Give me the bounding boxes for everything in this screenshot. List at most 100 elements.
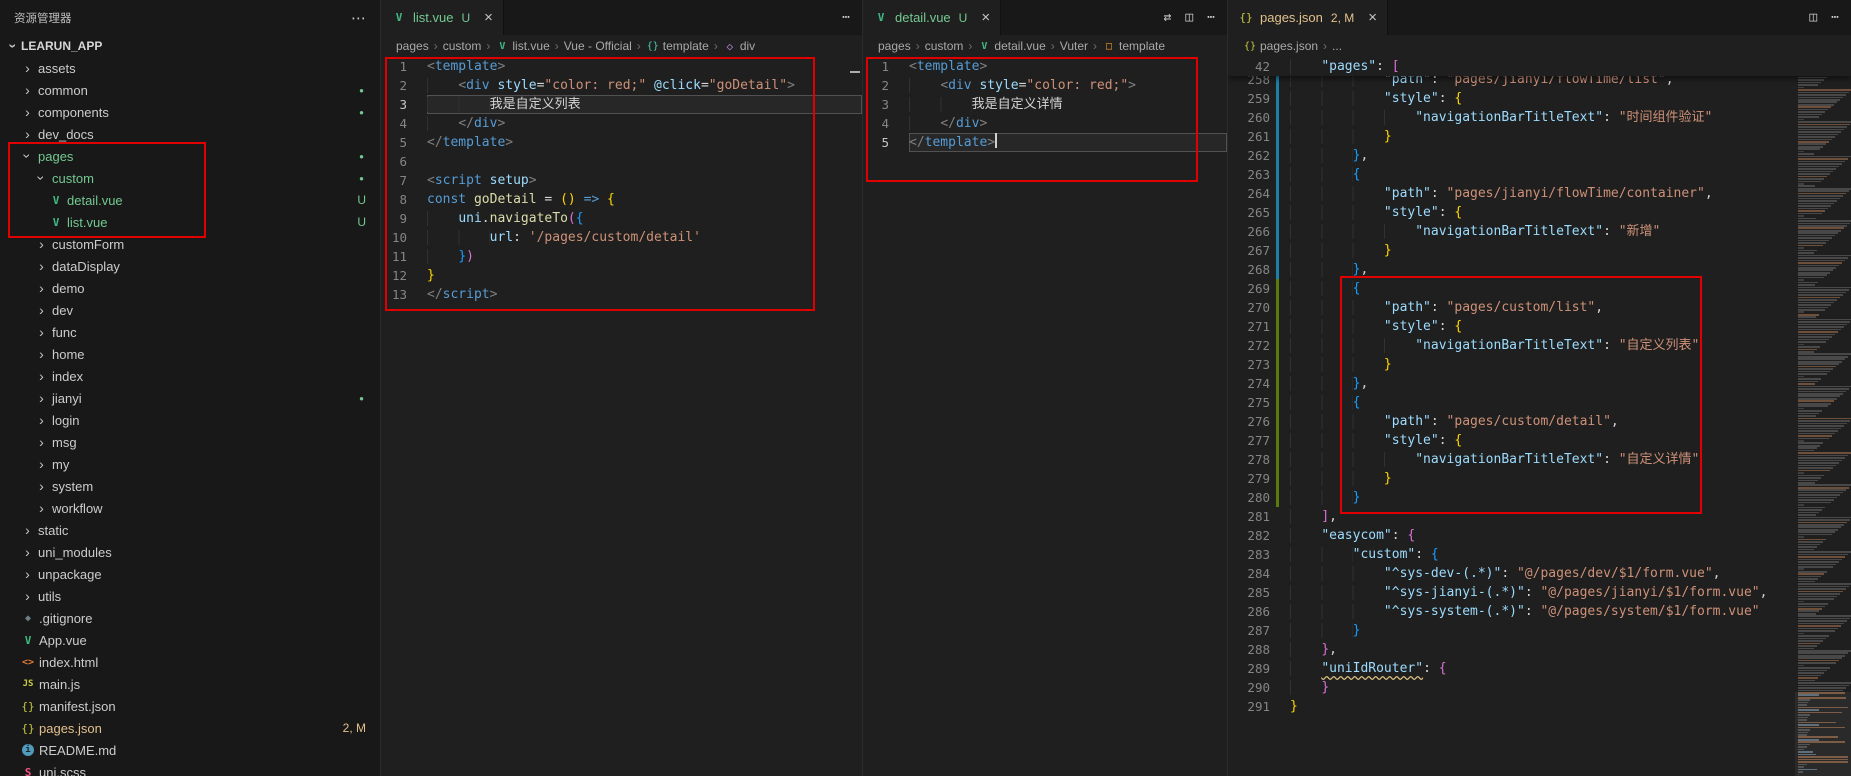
close-icon[interactable]: × (484, 9, 493, 26)
breadcrumb-item-Vue - Official[interactable]: Vue - Official (564, 39, 632, 53)
code-line-273[interactable]: 273 } (1228, 355, 1851, 374)
open-changes-icon[interactable]: ⇄ (1164, 10, 1172, 25)
code-line-5[interactable]: 5</template> (381, 133, 862, 152)
code-line-281[interactable]: 281 ], (1228, 507, 1851, 526)
code-line-291[interactable]: 291} (1228, 697, 1851, 716)
code-line-276[interactable]: 276 "path": "pages/custom/detail", (1228, 412, 1851, 431)
editor[interactable]: 1<template>2 <div style="color: red;" @c… (381, 57, 862, 776)
code-line-11[interactable]: 11 }) (381, 247, 862, 266)
tree-file-index.html[interactable]: <>index.html (0, 651, 380, 673)
tree-folder-msg[interactable]: ›msg (0, 431, 380, 453)
code-line-4[interactable]: 4 </div> (381, 114, 862, 133)
code-line-283[interactable]: 283 "custom": { (1228, 545, 1851, 564)
code-line-287[interactable]: 287 } (1228, 621, 1851, 640)
code-line-10[interactable]: 10 url: '/pages/custom/detail' (381, 228, 862, 247)
code-line-1[interactable]: 1<template> (381, 57, 862, 76)
code-line-277[interactable]: 277 "style": { (1228, 431, 1851, 450)
breadcrumb-item-pages[interactable]: pages (878, 39, 911, 53)
breadcrumb-item-custom[interactable]: custom (443, 39, 482, 53)
tree-file-manifest.json[interactable]: {}manifest.json (0, 695, 380, 717)
more-actions-icon[interactable]: ⋯ (351, 9, 366, 27)
breadcrumb-item-template[interactable]: {}template (646, 39, 709, 53)
code-line-285[interactable]: 285 "^sys-jianyi-(.*)": "@/pages/jianyi/… (1228, 583, 1851, 602)
code-line-3[interactable]: 3 我是自定义列表 (381, 95, 862, 114)
tab-pages-json[interactable]: {}pages.json2, M× (1228, 0, 1388, 35)
tree-folder-utils[interactable]: ›utils (0, 585, 380, 607)
code-line-4[interactable]: 4 </div> (863, 114, 1227, 133)
code-line-282[interactable]: 282 "easycom": { (1228, 526, 1851, 545)
close-icon[interactable]: × (981, 9, 990, 26)
more-actions-icon[interactable]: ⋯ (842, 10, 850, 25)
tree-folder-assets[interactable]: ›assets (0, 57, 380, 79)
code-line-6[interactable]: 6 (381, 152, 862, 171)
tree-file-main.js[interactable]: JSmain.js (0, 673, 380, 695)
tab-detail-vue[interactable]: Vdetail.vueU× (863, 0, 1001, 35)
tree-folder-func[interactable]: ›func (0, 321, 380, 343)
editor[interactable]: 258 "path": "pages/jianyi/flowTime/list"… (1228, 57, 1851, 776)
tree-file-uni.scss[interactable]: Suni.scss (0, 761, 380, 776)
code-line-290[interactable]: 290 } (1228, 678, 1851, 697)
workspace-root[interactable]: › LEARUN_APP (0, 35, 380, 57)
code-line-262[interactable]: 262 }, (1228, 146, 1851, 165)
breadcrumb-item-template[interactable]: □template (1102, 39, 1165, 53)
breadcrumb-item-pages.json[interactable]: {}pages.json (1243, 39, 1318, 53)
tree-folder-demo[interactable]: ›demo (0, 277, 380, 299)
code-line-284[interactable]: 284 "^sys-dev-(.*)": "@/pages/dev/$1/for… (1228, 564, 1851, 583)
tree-folder-dev[interactable]: ›dev (0, 299, 380, 321)
tree-file-.gitignore[interactable]: ◆.gitignore (0, 607, 380, 629)
breadcrumb-item-detail.vue[interactable]: Vdetail.vue (977, 39, 1045, 53)
split-editor-icon[interactable]: ◫ (1185, 10, 1193, 25)
tree-file-pages.json[interactable]: {}pages.json2, M (0, 717, 380, 739)
code-line-288[interactable]: 288 }, (1228, 640, 1851, 659)
code-line-264[interactable]: 264 "path": "pages/jianyi/flowTime/conta… (1228, 184, 1851, 203)
code-line-263[interactable]: 263 { (1228, 165, 1851, 184)
tree-folder-dev_docs[interactable]: ›dev_docs (0, 123, 380, 145)
tree-folder-home[interactable]: ›home (0, 343, 380, 365)
breadcrumb-item-...[interactable]: ... (1332, 39, 1342, 53)
close-icon[interactable]: × (1368, 9, 1377, 26)
code-line-268[interactable]: 268 }, (1228, 260, 1851, 279)
tree-file-detail.vue[interactable]: Vdetail.vueU (0, 189, 380, 211)
code-line-270[interactable]: 270 "path": "pages/custom/list", (1228, 298, 1851, 317)
tree-folder-my[interactable]: ›my (0, 453, 380, 475)
tab-list-vue[interactable]: Vlist.vueU× (381, 0, 504, 35)
tree-folder-components[interactable]: ›components● (0, 101, 380, 123)
split-editor-icon[interactable]: ◫ (1809, 10, 1817, 25)
code-line-7[interactable]: 7<script setup> (381, 171, 862, 190)
tree-folder-pages[interactable]: ›pages● (0, 145, 380, 167)
code-line-260[interactable]: 260 "navigationBarTitleText": "时间组件验证" (1228, 108, 1851, 127)
more-actions-icon[interactable]: ⋯ (1207, 10, 1215, 25)
code-line-261[interactable]: 261 } (1228, 127, 1851, 146)
code-line-13[interactable]: 13</script> (381, 285, 862, 304)
code-line-2[interactable]: 2 <div style="color: red;" @click="goDet… (381, 76, 862, 95)
tree-folder-dataDisplay[interactable]: ›dataDisplay (0, 255, 380, 277)
code-line-272[interactable]: 272 "navigationBarTitleText": "自定义列表" (1228, 336, 1851, 355)
tree-folder-system[interactable]: ›system (0, 475, 380, 497)
tree-folder-unpackage[interactable]: ›unpackage (0, 563, 380, 585)
breadcrumb-item-list.vue[interactable]: Vlist.vue (495, 39, 549, 53)
code-line-2[interactable]: 2 <div style="color: red;"> (863, 76, 1227, 95)
tree-folder-common[interactable]: ›common● (0, 79, 380, 101)
tree-folder-jianyi[interactable]: ›jianyi● (0, 387, 380, 409)
tree-folder-login[interactable]: ›login (0, 409, 380, 431)
code-line-1[interactable]: 1<template> (863, 57, 1227, 76)
tree-folder-workflow[interactable]: ›workflow (0, 497, 380, 519)
code-line-265[interactable]: 265 "style": { (1228, 203, 1851, 222)
breadcrumb-item-pages[interactable]: pages (396, 39, 429, 53)
code-line-266[interactable]: 266 "navigationBarTitleText": "新增" (1228, 222, 1851, 241)
code-line-278[interactable]: 278 "navigationBarTitleText": "自定义详情" (1228, 450, 1851, 469)
code-line-12[interactable]: 12} (381, 266, 862, 285)
code-line-279[interactable]: 279 } (1228, 469, 1851, 488)
code-line-9[interactable]: 9 uni.navigateTo({ (381, 209, 862, 228)
code-line-8[interactable]: 8const goDetail = () => { (381, 190, 862, 209)
code-line-286[interactable]: 286 "^sys-system-(.*)": "@/pages/system/… (1228, 602, 1851, 621)
code-line-3[interactable]: 3 我是自定义详情 (863, 95, 1227, 114)
code-line-275[interactable]: 275 { (1228, 393, 1851, 412)
tree-folder-index[interactable]: ›index (0, 365, 380, 387)
breadcrumb-item-div[interactable]: ◇div (723, 39, 755, 53)
sticky-scroll-line[interactable]: 42 "pages": [ (1228, 57, 1851, 76)
tree-folder-custom[interactable]: ›custom● (0, 167, 380, 189)
minimap[interactable] (1795, 57, 1851, 776)
code-line-271[interactable]: 271 "style": { (1228, 317, 1851, 336)
editor[interactable]: 1<template>2 <div style="color: red;">3 … (863, 57, 1227, 776)
